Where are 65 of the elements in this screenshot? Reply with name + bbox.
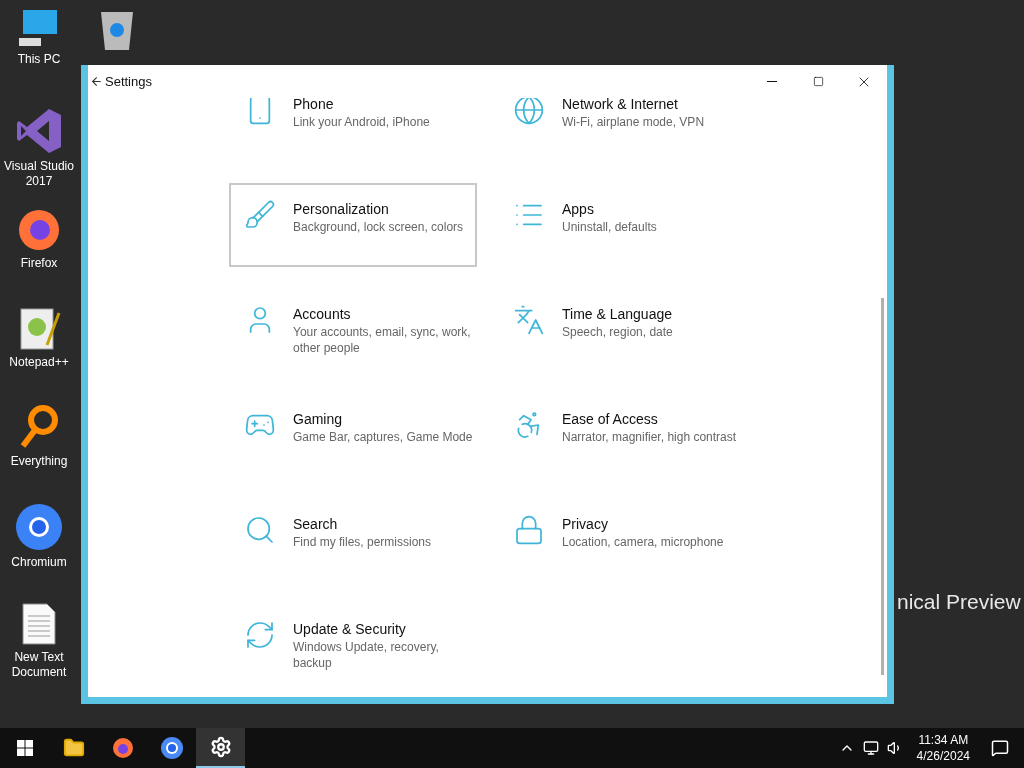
maximize-icon [812, 76, 824, 87]
globe-icon [513, 98, 545, 126]
desktop-icon[interactable]: Chromium [0, 503, 78, 602]
settings-category[interactable]: Gaming Game Bar, captures, Game Mode [229, 393, 477, 477]
category-title: Search [293, 515, 339, 534]
folder-icon [62, 737, 85, 759]
settings-category[interactable]: Accounts Your accounts, email, sync, work, other people [229, 288, 477, 372]
window-title: Settings [105, 72, 152, 91]
settings-category[interactable]: Personalization Background, lock screen, colors [229, 183, 477, 267]
category-title: Accounts [293, 305, 352, 324]
back-arrow-icon[interactable] [90, 75, 103, 88]
settings-category[interactable]: Privacy Location, camera, microphone [498, 498, 746, 582]
brush-icon [244, 199, 276, 231]
category-title: Phone [293, 98, 335, 114]
desktop-icon[interactable]: Notepad++ [0, 305, 78, 404]
category-description: Location, camera, microphone [562, 534, 725, 550]
chromium-icon [15, 503, 63, 551]
scrollbar[interactable] [881, 298, 884, 675]
windows-logo-icon [16, 740, 33, 756]
search-icon [244, 514, 276, 546]
desktop-icon[interactable]: This PC [0, 8, 78, 107]
lock-icon [513, 514, 545, 546]
category-title: Network & Internet [562, 98, 679, 114]
clock[interactable]: 11:34 AM 4/26/2024 [910, 732, 976, 764]
text-file-icon [21, 602, 57, 646]
category-description: Your accounts, email, sync, work, other people [293, 324, 472, 356]
notepad-icon [17, 305, 61, 351]
taskbar-button[interactable] [196, 728, 245, 768]
desktop-icon[interactable]: Firefox [0, 206, 78, 305]
category-description: Uninstall, defaults [562, 219, 658, 235]
category-title: Apps [562, 200, 595, 219]
category-description: Background, lock screen, colors [293, 219, 465, 235]
visual-studio-icon [15, 107, 63, 155]
category-description: Speech, region, date [562, 324, 674, 340]
settings-category[interactable]: Update & Security Windows Update, recovery, backup [229, 603, 477, 687]
language-icon [513, 304, 545, 336]
category-description: Link your Android, iPhone [293, 114, 431, 130]
desktop-text: nical Preview [897, 589, 1021, 615]
category-description: Find my files, permissions [293, 534, 433, 550]
settings-category[interactable]: Search Find my files, permissions [229, 498, 477, 582]
settings-category[interactable]: Apps Uninstall, defaults [498, 183, 746, 267]
chromium-icon [159, 736, 184, 760]
category-description: Narrator, magnifier, high contrast [562, 429, 738, 445]
settings-category[interactable]: Time & Language Speech, region, date [498, 288, 746, 372]
category-description: Windows Update, recovery, backup [293, 639, 440, 671]
settings-category[interactable]: Phone Link your Android, iPhone [229, 98, 477, 162]
refresh-icon [244, 619, 276, 651]
gear-icon [209, 736, 232, 758]
desktop-icon[interactable]: Everything [0, 404, 78, 503]
category-title: Gaming [293, 410, 344, 429]
settings-category[interactable]: Network & Internet Wi-Fi, airplane mode, VPN [498, 98, 746, 162]
category-title: Update & Security [293, 620, 407, 639]
category-title: Time & Language [562, 305, 673, 324]
speech-bubble-icon [991, 739, 1009, 757]
category-description: Game Bar, captures, Game Mode [293, 429, 474, 445]
category-title: Ease of Access [562, 410, 659, 429]
desktop-icon[interactable]: New Text Document [0, 602, 78, 701]
desktop-icon[interactable]: Visual Studio 2017 [0, 107, 78, 206]
settings-category[interactable]: Ease of Access Narrator, magnifier, high contrast [498, 393, 746, 477]
category-title: Privacy [562, 515, 609, 534]
category-title: Personalization [293, 200, 390, 219]
firefox-icon [111, 737, 134, 759]
minimize-icon [767, 81, 777, 82]
category-description: Wi-Fi, airplane mode, VPN [562, 114, 706, 130]
network-icon[interactable] [862, 740, 879, 756]
